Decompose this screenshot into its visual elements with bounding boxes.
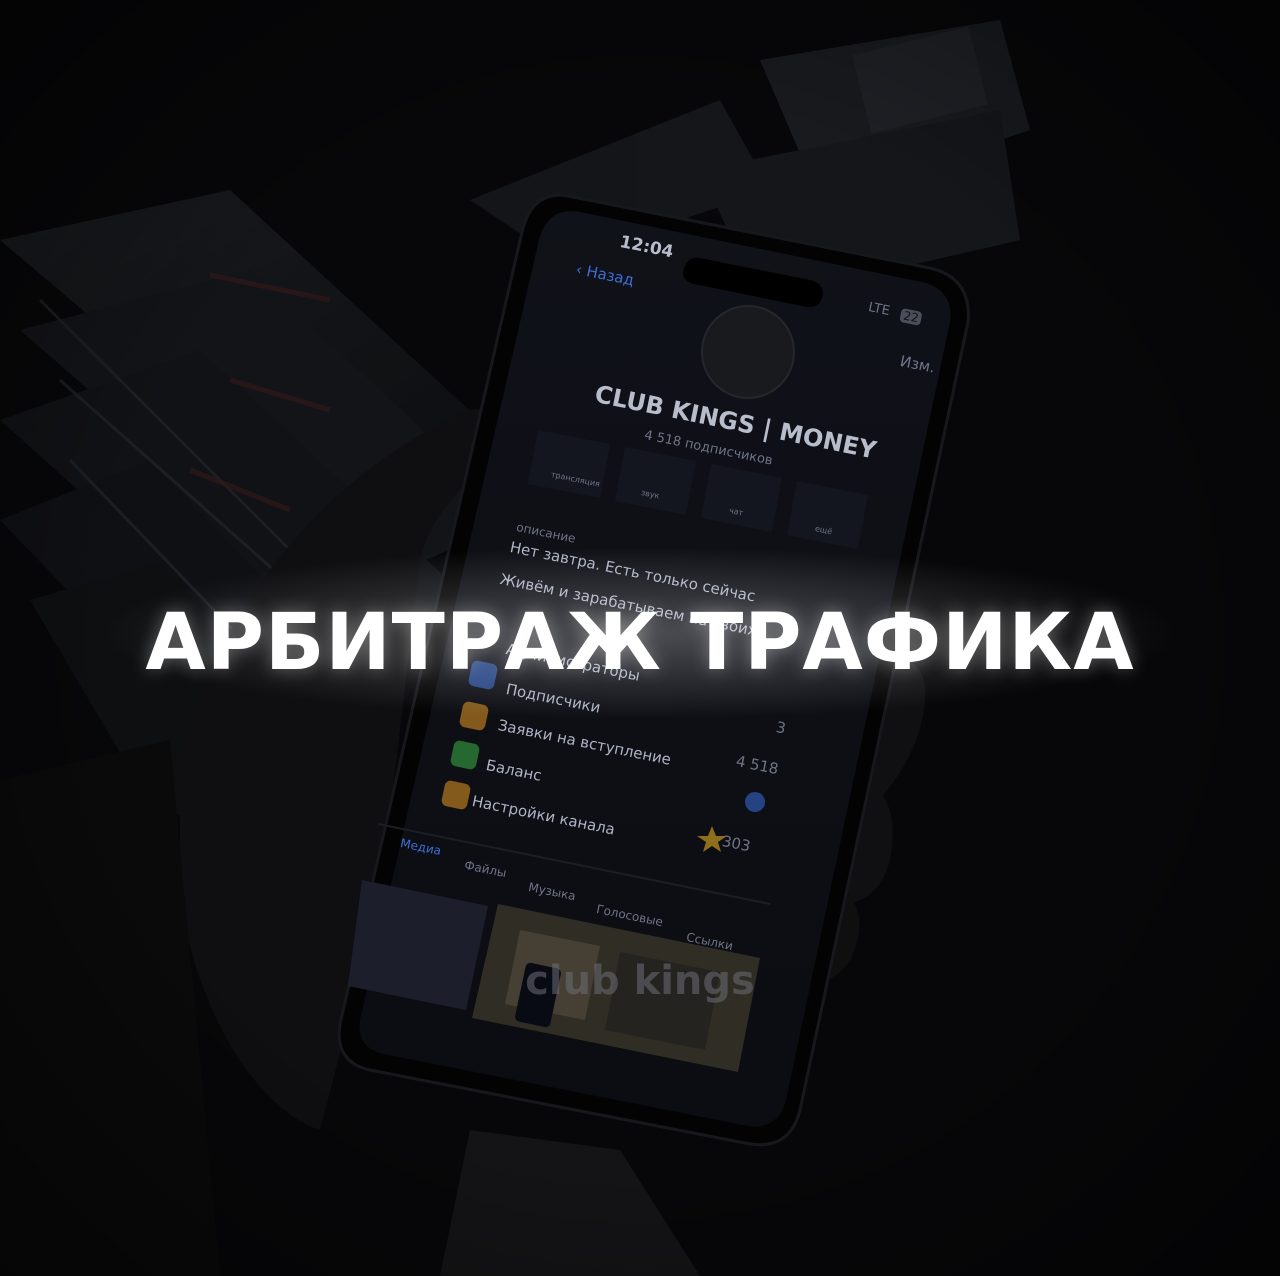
watermark: club kings [525,958,755,1004]
headline: АРБИТРАЖ ТРАФИКА [145,598,1135,688]
